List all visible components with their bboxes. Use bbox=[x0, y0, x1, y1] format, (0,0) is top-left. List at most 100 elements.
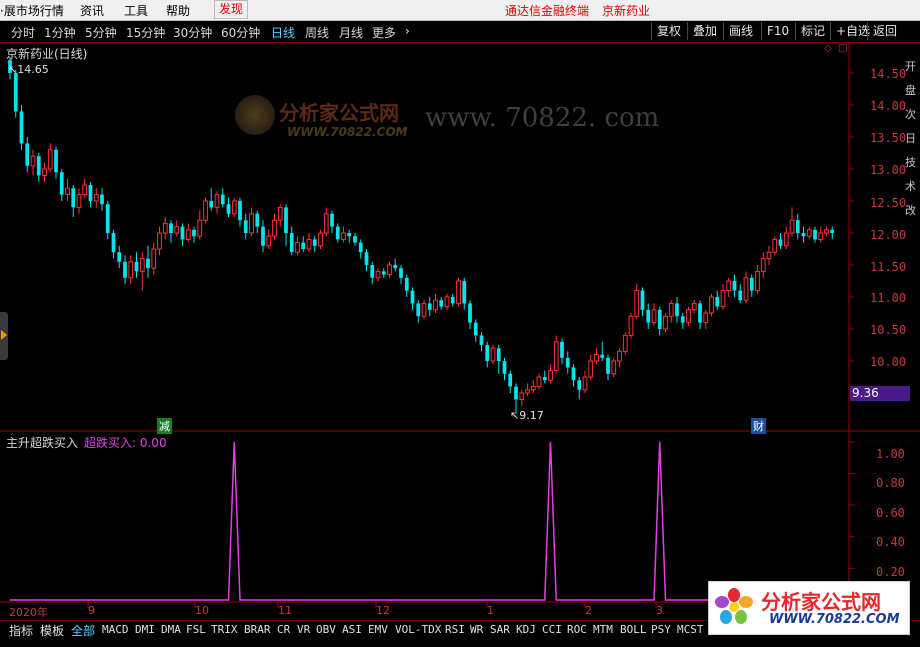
candle-body bbox=[306, 238, 312, 250]
tab-kdj[interactable]: KDJ bbox=[516, 623, 536, 636]
tab-emv[interactable]: EMV bbox=[368, 623, 388, 636]
candle bbox=[358, 239, 363, 259]
candle-body bbox=[824, 229, 829, 234]
y-tick-indicator: 0.20 bbox=[876, 565, 905, 579]
period-monthly[interactable]: 月线 bbox=[339, 24, 363, 41]
period-more[interactable]: 更多 bbox=[372, 24, 396, 41]
period-daily[interactable]: 日线 bbox=[271, 24, 295, 41]
tab-vr[interactable]: VR bbox=[297, 623, 310, 636]
badge-finance[interactable]: 财 bbox=[751, 418, 766, 434]
candle-body bbox=[743, 277, 749, 301]
candle bbox=[284, 204, 288, 246]
period-30min[interactable]: 30分钟 bbox=[173, 24, 212, 41]
candle bbox=[640, 287, 645, 317]
candle bbox=[691, 300, 697, 313]
candle-body bbox=[525, 389, 530, 394]
tab-sar[interactable]: SAR bbox=[490, 623, 510, 636]
candle bbox=[76, 188, 82, 214]
period-1min[interactable]: 1分钟 bbox=[44, 24, 76, 41]
tab-trix[interactable]: TRIX bbox=[211, 623, 238, 636]
tab-macd[interactable]: MACD bbox=[102, 623, 129, 636]
flower-logo-icon bbox=[715, 588, 753, 626]
candle-body bbox=[243, 220, 248, 233]
tab-template[interactable]: 模板 bbox=[40, 622, 64, 639]
candle bbox=[410, 287, 415, 310]
tab-boll[interactable]: BOLL bbox=[620, 623, 647, 636]
candle bbox=[13, 69, 18, 118]
x-axis-label: 1 bbox=[487, 604, 494, 617]
period-5min[interactable]: 5分钟 bbox=[85, 24, 117, 41]
candle-body bbox=[651, 309, 657, 324]
tab-obv[interactable]: OBV bbox=[316, 623, 336, 636]
draw-line-button[interactable]: 画线 bbox=[723, 22, 758, 40]
tab-roc[interactable]: ROC bbox=[567, 623, 587, 636]
x-axis-label: 11 bbox=[278, 604, 292, 617]
y-tick-main: 13.50 bbox=[870, 131, 907, 145]
menu-discover[interactable]: 发现 bbox=[214, 0, 249, 19]
candle bbox=[594, 348, 599, 365]
candle bbox=[720, 284, 726, 310]
candle-body bbox=[404, 277, 409, 291]
candle bbox=[330, 210, 334, 233]
period-15min[interactable]: 15分钟 bbox=[126, 24, 165, 41]
menu-news[interactable]: 资讯 bbox=[80, 2, 104, 19]
overlay-button[interactable]: 叠加 bbox=[687, 22, 722, 40]
candle-body bbox=[600, 354, 605, 358]
x-axis-label: 3 bbox=[656, 604, 663, 617]
candle-body bbox=[611, 360, 617, 375]
candle bbox=[772, 236, 778, 256]
tab-rsi[interactable]: RSI bbox=[445, 623, 465, 636]
tab-indicator[interactable]: 指标 bbox=[9, 622, 33, 639]
back-button[interactable]: 返回 bbox=[867, 22, 902, 40]
panel-collapse-handle[interactable] bbox=[0, 312, 8, 360]
tab-cr[interactable]: CR bbox=[277, 623, 290, 636]
period-weekly[interactable]: 周线 bbox=[305, 24, 329, 41]
candle-body bbox=[416, 303, 421, 317]
candle bbox=[318, 229, 323, 249]
menu-market[interactable]: ·展市场行情 bbox=[0, 2, 64, 19]
y-tick-indicator: 0.40 bbox=[876, 535, 905, 549]
tab-cci[interactable]: CCI bbox=[542, 623, 562, 636]
candle-body bbox=[261, 226, 265, 246]
indicator-name[interactable]: 主升超跌买入 bbox=[6, 434, 78, 451]
mark-button[interactable]: 标记 bbox=[795, 22, 830, 40]
menu-help[interactable]: 帮助 bbox=[166, 2, 190, 19]
candle-body bbox=[760, 258, 766, 272]
candle bbox=[54, 146, 58, 179]
candle-body bbox=[238, 201, 242, 221]
tab-dma[interactable]: DMA bbox=[161, 623, 181, 636]
period-60min[interactable]: 60分钟 bbox=[221, 24, 260, 41]
tab-dmi[interactable]: DMI bbox=[135, 623, 155, 636]
adjust-button[interactable]: 复权 bbox=[651, 22, 686, 40]
tab-wr[interactable]: WR bbox=[470, 623, 483, 636]
diamond-icon[interactable]: ◇ bbox=[824, 43, 832, 54]
tab-brar[interactable]: BRAR bbox=[244, 623, 271, 636]
candle-body bbox=[444, 296, 450, 308]
tab-asi[interactable]: ASI bbox=[342, 623, 362, 636]
candle-body bbox=[668, 302, 674, 317]
candle bbox=[36, 153, 41, 182]
candle-body bbox=[13, 73, 18, 112]
tab-mtm[interactable]: MTM bbox=[593, 623, 613, 636]
menu-tools[interactable]: 工具 bbox=[124, 2, 148, 19]
badge-reduce[interactable]: 减 bbox=[157, 418, 172, 434]
tab-fsl[interactable]: FSL bbox=[186, 623, 206, 636]
tab-psy[interactable]: PSY bbox=[651, 623, 671, 636]
candle bbox=[231, 197, 237, 217]
f10-button[interactable]: F10 bbox=[761, 22, 794, 40]
candle bbox=[323, 207, 329, 237]
tab-vol-tdx[interactable]: VOL-TDX bbox=[395, 623, 441, 636]
candle bbox=[364, 249, 369, 272]
square-icon[interactable]: □ bbox=[838, 43, 847, 54]
candle-body bbox=[766, 251, 772, 260]
tab-all[interactable]: 全部 bbox=[71, 622, 95, 639]
more-chevron-icon[interactable]: › bbox=[405, 24, 410, 38]
tab-mcst[interactable]: MCST bbox=[677, 623, 704, 636]
candle-body bbox=[295, 242, 300, 253]
candle bbox=[663, 313, 668, 333]
candle-body bbox=[698, 303, 702, 323]
period-intraday[interactable]: 分时 bbox=[11, 24, 35, 41]
candle-body bbox=[375, 270, 381, 279]
candle bbox=[93, 188, 99, 208]
candle-body bbox=[381, 271, 386, 275]
